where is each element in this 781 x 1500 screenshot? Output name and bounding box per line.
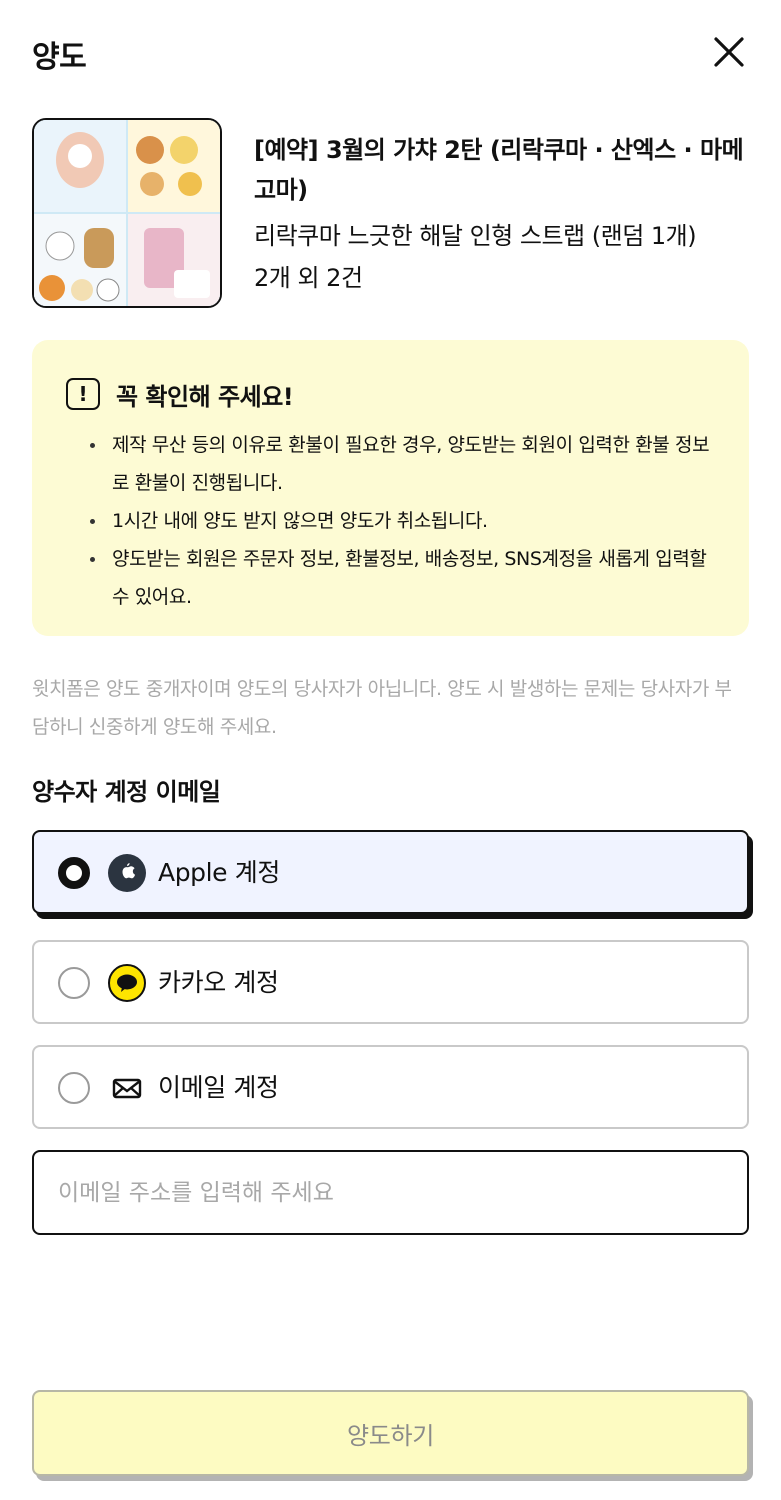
radio-unselected[interactable] [58, 967, 90, 999]
account-section-label: 양수자 계정 이메일 [32, 778, 221, 806]
radio-unselected[interactable] [58, 1072, 90, 1104]
notice-item: 양도받는 회원은 주문자 정보, 환불정보, 배송정보, SNS계정을 새롭게 … [84, 540, 724, 616]
apple-icon [108, 854, 146, 892]
product-summary: [예약] 3월의 가챠 2탄 (리락쿠마 · 산엑스 · 마메고마) 리락쿠마 … [32, 118, 748, 310]
disclaimer-text: 윗치폼은 양도 중개자이며 양도의 당사자가 아닙니다. 양도 시 발생하는 문… [32, 678, 732, 738]
product-count: 2개 외 2건 [254, 264, 363, 292]
email-input[interactable] [32, 1150, 749, 1235]
notice-list: 제작 무산 등의 이유로 환불이 필요한 경우, 양도받는 회원이 입력한 환불… [84, 426, 724, 616]
notice-item: 1시간 내에 양도 받지 않으면 양도가 취소됩니다. [84, 502, 724, 540]
header: 양도 [0, 0, 781, 100]
account-option-label: Apple 계정 [158, 858, 280, 887]
account-option-kakao[interactable]: 카카오 계정 [32, 940, 749, 1024]
kakao-icon [108, 964, 146, 1002]
page-title: 양도 [32, 40, 87, 75]
exclamation-icon: ! [66, 378, 100, 410]
close-button[interactable] [712, 35, 746, 69]
account-option-label: 카카오 계정 [158, 968, 279, 997]
account-option-apple[interactable]: Apple 계정 [32, 830, 749, 914]
envelope-icon [108, 1069, 146, 1107]
account-option-label: 이메일 계정 [158, 1073, 279, 1102]
account-option-email[interactable]: 이메일 계정 [32, 1045, 749, 1129]
product-option: 리락쿠마 느긋한 해달 인형 스트랩 (랜덤 1개) [254, 222, 697, 250]
product-thumbnail [32, 118, 222, 308]
close-icon [714, 37, 744, 67]
notice-header: ! 꼭 확인해 주세요! [66, 376, 294, 412]
radio-selected[interactable] [58, 857, 90, 889]
notice-title: 꼭 확인해 주세요! [116, 382, 294, 411]
notice-box: ! 꼭 확인해 주세요! 제작 무산 등의 이유로 환불이 필요한 경우, 양도… [32, 340, 749, 636]
product-name: [예약] 3월의 가챠 2탄 (리락쿠마 · 산엑스 · 마메고마) [254, 136, 744, 204]
notice-item: 제작 무산 등의 이유로 환불이 필요한 경우, 양도받는 회원이 입력한 환불… [84, 426, 724, 502]
transfer-submit-button[interactable]: 양도하기 [32, 1390, 749, 1476]
